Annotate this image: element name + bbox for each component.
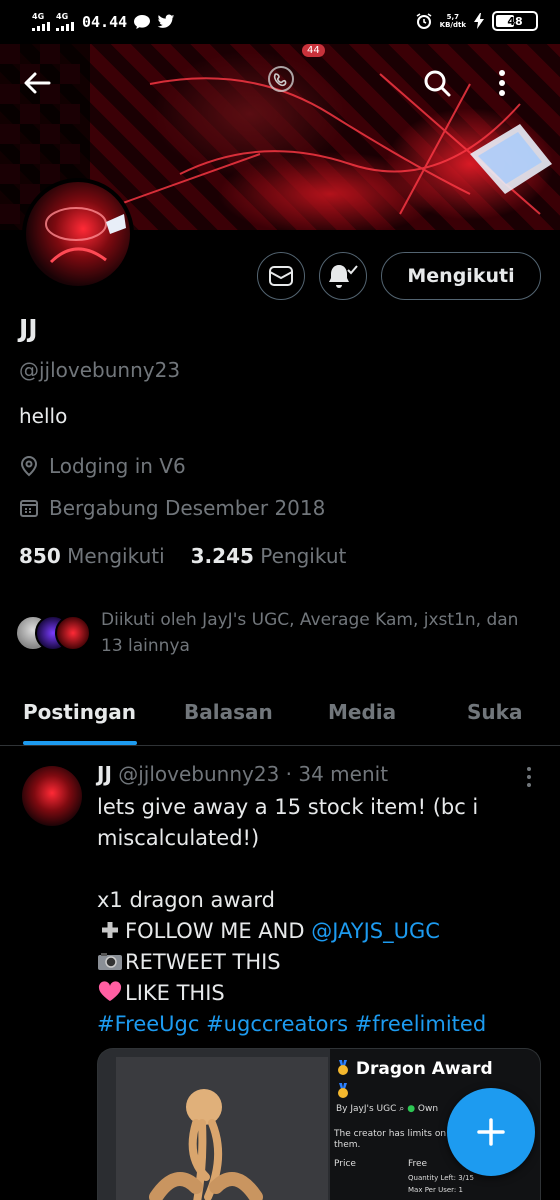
medal-icon — [338, 1083, 348, 1098]
mail-icon — [269, 266, 293, 286]
spaces-badge: 44 — [302, 44, 325, 57]
status-bar: 4G 4G 04.44 5,7 KB/dtk 48 — [0, 0, 560, 44]
bell-check-icon — [329, 265, 358, 288]
medal-icon — [338, 1060, 348, 1075]
followed-by-row[interactable]: Diikuti oleh JayJ's UGC, Average Kam, jx… — [15, 607, 545, 659]
message-button[interactable] — [257, 252, 305, 300]
post-line: LIKE THIS — [97, 978, 537, 1009]
calendar-icon — [20, 500, 38, 517]
compose-button[interactable] — [447, 1088, 535, 1176]
joined-text: Bergabung Desember 2018 — [49, 496, 326, 520]
plus-icon — [477, 1118, 505, 1146]
post-more-button[interactable] — [518, 764, 540, 790]
followed-by-text: Diikuti oleh JayJ's UGC, Average Kam, jx… — [101, 610, 519, 656]
network-speed: 5,7 KB/dtk — [439, 13, 466, 29]
location-text: Lodging in V6 — [49, 454, 186, 478]
post-author-name[interactable]: JJ — [97, 762, 112, 786]
more-vertical-icon — [527, 767, 531, 787]
heart-emoji-icon — [98, 981, 122, 1001]
check-icon: ● — [407, 1104, 416, 1114]
battery-indicator: 48 — [492, 11, 538, 31]
spaces-icon — [268, 66, 294, 92]
item-price-label: Price — [334, 1159, 356, 1169]
item-title: Dragon Award — [336, 1059, 493, 1079]
follow-counts: 850 Mengikuti 3.245 Pengikut — [19, 544, 346, 568]
profile-bio: hello — [19, 404, 68, 428]
post-text: lets give away a 15 stock item! (bc i mi… — [97, 792, 537, 1040]
search-button[interactable] — [422, 68, 464, 110]
profile-handle: @jjlovebunny23 — [19, 358, 181, 382]
search-icon: ⌕ — [399, 1104, 405, 1114]
active-tab-indicator — [23, 741, 137, 745]
profile-tabs: Postingan Balasan Media Suka — [0, 690, 560, 746]
follower-avatars — [15, 615, 91, 655]
back-button[interactable] — [22, 68, 64, 110]
item-price-value: Free — [408, 1159, 428, 1169]
avatar — [55, 615, 91, 651]
search-icon — [424, 70, 451, 97]
spaces-button[interactable] — [266, 64, 310, 108]
hashtags[interactable]: #FreeUgc #ugccreators #freelimited — [97, 1009, 537, 1040]
bird-icon — [157, 14, 175, 28]
following-count-link[interactable]: 850 Mengikuti — [19, 544, 165, 568]
dragon-figure — [149, 1089, 263, 1200]
tab-media[interactable]: Media — [328, 700, 396, 724]
profile-avatar[interactable] — [22, 178, 134, 290]
following-button[interactable]: Mengikuti — [381, 252, 541, 300]
post-header: JJ @jjlovebunny23 · 34 menit — [97, 762, 388, 786]
arrow-left-icon — [24, 72, 51, 94]
plus-emoji-icon — [102, 922, 118, 938]
tab-postingan[interactable]: Postingan — [23, 700, 136, 724]
item-preview-image — [116, 1057, 328, 1200]
post-author-avatar[interactable] — [22, 766, 82, 826]
mention-link[interactable]: @JAYJS_UGC — [311, 919, 440, 943]
chat-icon — [134, 14, 151, 29]
more-options-button[interactable] — [498, 68, 540, 110]
signal-icon: 4G — [32, 12, 50, 31]
alarm-icon — [416, 13, 432, 29]
profile-location: Lodging in V6 — [19, 454, 186, 478]
clock: 04.44 — [82, 12, 128, 31]
item-creator: By JayJ's UGC ⌕ ● Own — [336, 1104, 439, 1114]
item-max-per-user: Max Per User: 1 — [408, 1186, 463, 1194]
signal-icon: 4G — [56, 12, 74, 31]
post-line: x1 dragon award — [97, 888, 275, 912]
tab-suka[interactable]: Suka — [467, 700, 522, 724]
avatar-artwork — [45, 207, 126, 264]
post-line: RETWEET THIS — [97, 947, 537, 978]
tab-balasan[interactable]: Balasan — [184, 700, 273, 724]
profile-joined: Bergabung Desember 2018 — [19, 496, 325, 520]
profile-name: JJ — [19, 314, 38, 343]
camera-emoji-icon — [98, 953, 122, 970]
post-line: lets give away a 15 stock item! (bc i mi… — [97, 795, 479, 850]
charging-icon — [474, 13, 484, 29]
followers-count-link[interactable]: 3.245 Pengikut — [191, 544, 347, 568]
more-vertical-icon — [499, 70, 505, 96]
post-line: FOLLOW ME AND @JAYJS_UGC — [97, 916, 537, 947]
location-pin-icon — [20, 455, 38, 477]
post-meta: @jjlovebunny23 · 34 menit — [118, 762, 389, 786]
item-quantity: Quantity Left: 3/15 — [408, 1174, 474, 1182]
notifications-button[interactable] — [319, 252, 367, 300]
